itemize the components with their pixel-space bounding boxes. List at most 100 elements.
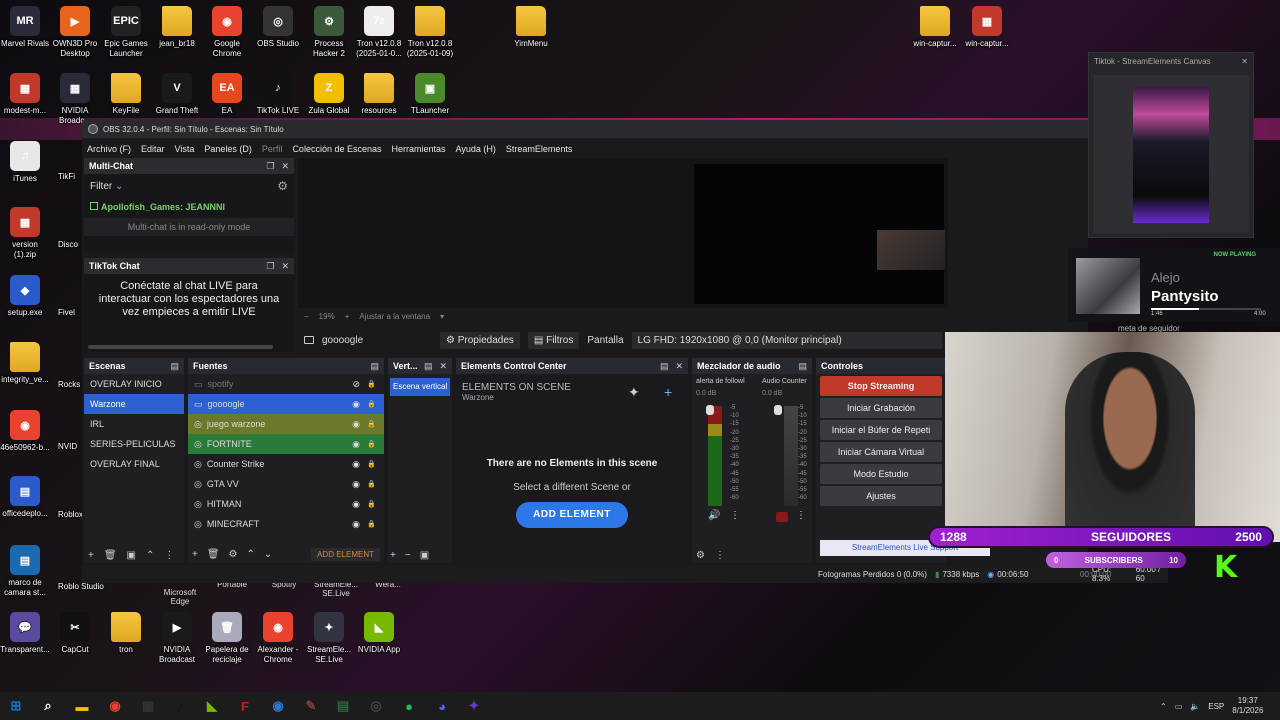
close-icon[interactable]: ✕ — [1241, 57, 1248, 66]
source-item[interactable]: ◎ juego warzone ◉ 🔒 — [188, 414, 384, 434]
mixer-channel-2-fader[interactable] — [774, 405, 782, 415]
filter-icon[interactable]: ▣ — [127, 550, 136, 561]
start-icon[interactable]: ⊞ — [8, 698, 24, 714]
source-item[interactable]: ▭ goooogle ◉ 🔒 — [188, 394, 384, 414]
trash-icon[interactable]: 🗑 — [104, 550, 117, 561]
desktop-icon[interactable]: EPIC Epic Games Launcher — [101, 6, 151, 59]
chevron-down-icon[interactable]: ▾ — [440, 312, 444, 321]
source-item[interactable]: ◎ Counter Strike ◉ 🔒 — [188, 454, 384, 474]
eye-icon[interactable]: ⊘ — [352, 379, 360, 390]
desktop-icon[interactable]: Z Zula Global — [304, 73, 354, 116]
trash-icon[interactable]: 🗑 — [207, 549, 220, 560]
desktop-icon[interactable]: ▶ OWN3D Pro Desktop — [50, 6, 100, 59]
chevron-up-icon[interactable]: ⌃ — [247, 549, 255, 560]
app-icon[interactable]: F — [237, 698, 253, 714]
edge-icon[interactable]: ◉ — [270, 698, 286, 714]
chrome-icon[interactable]: ◉ — [107, 698, 123, 714]
source-item[interactable]: ◎ HITMAN ◉ 🔒 — [188, 494, 384, 514]
menu-vista[interactable]: Vista — [170, 144, 200, 154]
desktop-icon[interactable]: EA EA — [202, 73, 252, 116]
more-icon[interactable]: ⋮ — [715, 550, 725, 561]
properties-button[interactable]: ⚙ Propiedades — [440, 331, 520, 349]
chevron-up-icon[interactable]: ⌃ — [1160, 702, 1167, 711]
undock-icon[interactable]: ▤ — [170, 361, 179, 372]
remove-icon[interactable]: − — [405, 550, 411, 561]
source-item[interactable]: ◎ GTA VV ◉ 🔒 — [188, 474, 384, 494]
sources-add-element-button[interactable]: ADD ELEMENT — [311, 548, 380, 561]
menu-streamelements[interactable]: StreamElements — [501, 144, 578, 154]
add-icon[interactable]: + — [88, 550, 94, 561]
desktop-icon[interactable]: ▦ NVIDIA Broadc... — [50, 73, 100, 126]
lock-icon[interactable]: 🔒 — [367, 440, 376, 448]
desktop-icon[interactable]: ◉ Alexander - Chrome — [253, 612, 303, 665]
close-icon[interactable]: ✕ — [281, 261, 289, 272]
undock-icon[interactable]: ▤ — [798, 361, 807, 372]
filter-icon[interactable]: ▣ — [420, 550, 429, 561]
desktop-icon[interactable]: ◉ 46e50962-b... — [0, 410, 50, 453]
scene-item[interactable]: SERIES-PELICULAS — [84, 434, 184, 454]
desktop-icon[interactable]: ♪ TikTok LIVE — [253, 73, 303, 116]
desktop-icon-label[interactable]: NVID — [58, 442, 77, 451]
menu-coleccion-escenas[interactable]: Colección de Escenas — [287, 144, 386, 154]
sparkle-icon[interactable]: ✦ — [628, 384, 640, 401]
add-icon[interactable]: + — [192, 549, 198, 560]
more-icon[interactable]: ⋮ — [796, 510, 806, 521]
lock-icon[interactable]: 🔒 — [367, 520, 376, 528]
desktop-icon[interactable]: resources — [354, 73, 404, 116]
clock[interactable]: 19:37 8/1/2026 — [1232, 696, 1263, 716]
menu-ayuda[interactable]: Ayuda (H) — [451, 144, 501, 154]
desktop-icon[interactable]: ▦ win-captur... — [962, 6, 1012, 49]
desktop-icon[interactable]: tron — [101, 612, 151, 655]
start-recording-button[interactable]: Iniciar Grabación — [820, 398, 942, 418]
more-icon[interactable]: ⋮ — [164, 550, 174, 561]
tiktok-icon[interactable]: ♪ — [172, 698, 188, 714]
studio-mode-button[interactable]: Modo Estudio — [820, 464, 942, 484]
scene-item[interactable]: IRL — [84, 414, 184, 434]
eye-icon[interactable]: ◉ — [352, 439, 360, 450]
search-icon[interactable]: ⌕ — [40, 698, 56, 714]
screen-select[interactable]: LG FHD: 1920x1080 @ 0,0 (Monitor princip… — [631, 331, 942, 349]
desktop-icon[interactable]: ◣ NVIDIA App — [354, 612, 404, 655]
file-explorer-icon[interactable]: ▬ — [74, 698, 90, 714]
mixer-channel-1-fader[interactable] — [706, 405, 714, 415]
desktop-icon[interactable]: ▦ modest-m... — [0, 73, 50, 116]
desktop-icon[interactable]: ✂ CapCut — [50, 612, 100, 655]
menu-perfil[interactable]: Perfil — [257, 144, 288, 154]
close-icon[interactable]: ✕ — [675, 361, 683, 372]
desktop-icon[interactable]: ▤ marco de camara st... — [0, 545, 50, 598]
desktop-icon[interactable]: ◎ OBS Studio — [253, 6, 303, 49]
nvidia-icon[interactable]: ◣ — [204, 698, 220, 714]
language-indicator[interactable]: ESP — [1208, 702, 1224, 711]
eye-icon[interactable]: ◉ — [352, 479, 360, 490]
gear-icon[interactable]: ⚙ — [277, 179, 288, 193]
volume-icon[interactable]: 🔊 — [708, 510, 720, 521]
discord-icon[interactable]: ◕ — [434, 698, 450, 714]
desktop-icon[interactable]: ▶ NVIDIA Broadcast — [152, 612, 202, 665]
desktop-icon[interactable]: Tron v12.0.8 (2025-01-09) — [405, 6, 455, 59]
undock-icon[interactable]: ▤ — [370, 361, 379, 372]
desktop-icon[interactable]: 🗑 Papelera de reciclaje — [202, 612, 252, 665]
lock-icon[interactable]: 🔒 — [367, 460, 376, 468]
desktop-icon-label[interactable]: Fivel — [58, 308, 75, 317]
desktop-icon[interactable]: V Grand Theft — [152, 73, 202, 116]
chevron-down-icon[interactable]: ⌄ — [264, 549, 272, 560]
desktop-icon[interactable]: KeyFile — [101, 73, 151, 116]
lock-icon[interactable]: 🔒 — [367, 380, 376, 388]
desktop-icon-label[interactable]: Roblo Studio — [58, 582, 104, 591]
source-item[interactable]: ▭ spotify ⊘ 🔒 — [188, 374, 384, 394]
desktop-icon[interactable]: jean_br18 — [152, 6, 202, 49]
eye-icon[interactable]: ◉ — [352, 459, 360, 470]
zoom-in-icon[interactable]: + — [345, 312, 350, 321]
desktop-icon-label[interactable]: TikFi — [58, 172, 75, 181]
desktop-icon-label[interactable]: Disco — [58, 240, 78, 249]
virtual-camera-button[interactable]: Iniciar Cámara Virtual — [820, 442, 942, 462]
eye-icon[interactable]: ◉ — [352, 519, 360, 530]
scene-item[interactable]: Warzone — [84, 394, 184, 414]
stop-streaming-button[interactable]: Stop Streaming — [820, 376, 942, 396]
undock-icon[interactable]: ▤ — [660, 361, 669, 372]
desktop-icon[interactable]: MR Marvel Rivals — [0, 6, 50, 49]
lock-icon[interactable]: 🔒 — [367, 480, 376, 488]
eye-icon[interactable]: ◉ — [352, 399, 360, 410]
desktop-icon[interactable]: integrity_ve... — [0, 342, 50, 385]
desktop-icon[interactable]: ✦ StreamEle... SE.Live — [304, 612, 354, 665]
